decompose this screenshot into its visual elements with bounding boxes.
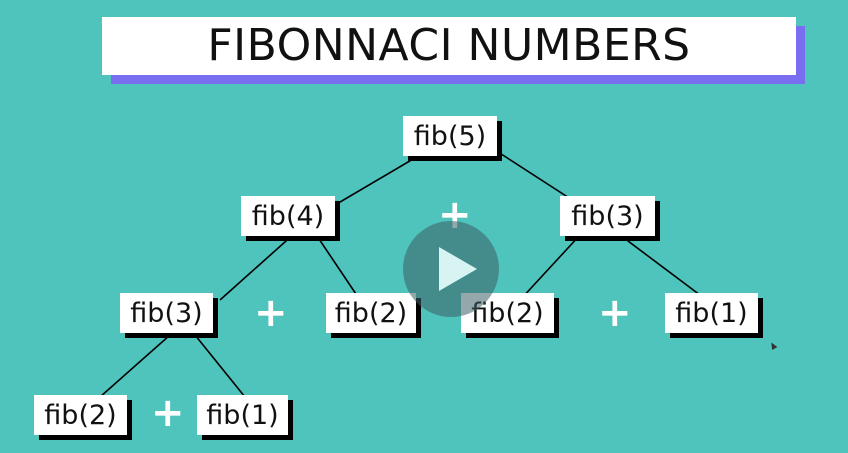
edge-fib3-fib1 <box>619 234 701 296</box>
node-fib1-right: fib(1) <box>665 293 758 333</box>
node-label: fib(2) <box>44 399 117 431</box>
edge-fib4-fib2 <box>314 232 361 301</box>
node-label: fib(1) <box>206 399 279 431</box>
node-fib2-bottom: fib(2) <box>34 395 127 435</box>
node-fib4: fib(4) <box>241 196 335 236</box>
edge-fib3-fib1-bottom <box>194 334 246 398</box>
edge-fib5-fib4 <box>334 151 426 206</box>
node-label: fib(1) <box>675 297 748 329</box>
plus-sign: + <box>254 290 288 336</box>
play-icon <box>439 247 477 291</box>
tree-edges <box>99 149 701 398</box>
node-fib3-left: fib(3) <box>120 293 213 333</box>
node-label: fib(5) <box>413 120 487 152</box>
node-fib3-right: fib(3) <box>560 196 655 236</box>
edge-fib3-fib2-bottom <box>99 334 171 398</box>
node-label: fib(2) <box>334 297 408 329</box>
node-label: fib(3) <box>130 297 203 329</box>
node-fib2-middle: fib(2) <box>326 293 416 333</box>
node-label: fib(3) <box>571 200 644 232</box>
node-label: fib(4) <box>251 200 325 232</box>
plus-sign: + <box>151 390 185 436</box>
node-fib5: fib(5) <box>403 116 497 156</box>
plus-sign: + <box>598 290 632 336</box>
node-fib1-bottom: fib(1) <box>197 395 288 435</box>
play-button[interactable] <box>403 221 499 317</box>
edge-fib3-fib2 <box>519 234 581 301</box>
